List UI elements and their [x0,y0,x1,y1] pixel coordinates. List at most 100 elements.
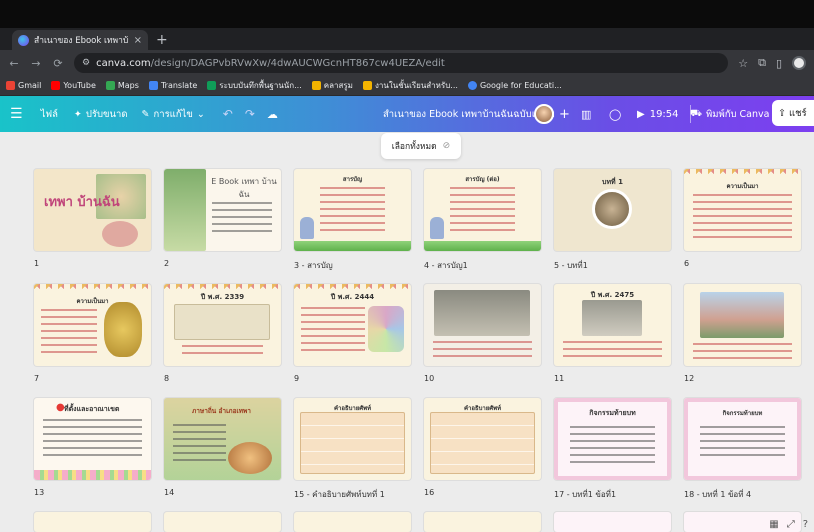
bookmark-gmail[interactable]: Gmail [6,81,41,90]
page-thumbnail[interactable]: บทที่ 1 [554,169,671,251]
print-with-canva-button[interactable]: ⛟ พิมพ์กับ Canva [690,107,769,122]
resize-button[interactable]: ✦ ปรับขนาด [74,107,128,122]
thumbnail-text [301,306,366,353]
browser-tab[interactable]: สำเนาของ Ebook เทพาบ้านฉัน... × [12,30,148,50]
edit-menu[interactable]: ✎ การแก้ไข ⌄ [142,107,205,122]
hide-eye-icon[interactable]: ⊘ [443,141,451,151]
reload-icon[interactable]: ⟳ [52,57,64,70]
page-thumbnail[interactable] [684,284,801,366]
bookmark-translate[interactable]: Translate [148,81,197,90]
forward-icon[interactable]: → [30,57,42,70]
page-thumbnail[interactable]: คำอธิบายศัพท์ [294,398,411,480]
page-thumbnail[interactable]: เทพา บ้านฉัน [34,169,151,251]
toolbar-right: ☆ ⧉ ▯ [738,56,806,70]
page-thumbnail[interactable] [294,512,411,532]
thumbnail-text [433,341,532,360]
user-avatar[interactable] [534,104,554,124]
page-thumbnail[interactable]: ความเป็นมา [684,169,801,251]
page-thumbnail[interactable] [34,512,151,532]
fullscreen-icon[interactable]: ⤢ [787,519,795,530]
thumbnail-image [700,292,784,338]
bookmark-student-records[interactable]: ระบบบันทึกพื้นฐานนัก... [207,79,302,92]
grid-view-icon[interactable]: ▦ [769,519,778,530]
present-time: 19:54 [649,108,679,120]
thumbnail-title: ความเป็นมา [726,183,759,190]
help-icon[interactable]: ? [803,519,808,530]
site-info-icon[interactable]: ⚙ [82,58,90,68]
redo-icon[interactable]: ↷ [245,107,255,121]
thumbnail-title: เทพา บ้านฉัน [44,195,120,210]
canva-toolbar: ☰ ไฟล์ ✦ ปรับขนาด ✎ การแก้ไข ⌄ ↶ ↷ ☁ สำเนาข… [0,96,814,132]
thumbnail-image [300,217,314,239]
thumbnail-title: ปี พ.ศ. 2339 [200,293,245,301]
cloud-saved-icon[interactable]: ☁ [267,108,278,121]
select-all-label: เลือกทั้งหมด [391,142,437,152]
thumbnail-image [228,442,272,474]
bookmark-youtube[interactable]: YouTube [51,81,96,90]
url-host: canva.com [96,57,151,69]
insights-chart-icon[interactable]: ▥ [581,108,591,121]
extensions-icon[interactable]: ⧉ [758,56,766,70]
page-thumbnail[interactable]: ปี พ.ศ. 2339 [164,284,281,366]
page-label: 13 [34,488,45,497]
comment-icon[interactable]: ◯ [609,108,621,121]
thumbnail-text [693,343,792,360]
page-thumbnail[interactable]: คำอธิบายศัพท์ [424,398,541,480]
thumbnail-title: สารบัญ [342,176,363,183]
thumbnail-image [104,302,142,357]
tab-title: สำเนาของ Ebook เทพาบ้านฉัน... [34,36,129,46]
thumbnail-title: บทที่ 1 [602,178,623,186]
page-thumbnail[interactable]: กิจกรรมท้ายบท [554,398,671,480]
menu-icon[interactable]: ☰ [10,106,23,122]
page-thumbnail[interactable]: กิจกรรมท้ายบท [684,398,801,480]
bookmark-classroom[interactable]: คลาสรูม [311,79,353,92]
page-thumbnail[interactable] [164,512,281,532]
youtube-icon [51,81,61,90]
play-icon: ▶ [637,108,645,120]
page-label: 5 - บทที่1 [554,261,588,270]
thumbnail-image [164,169,206,251]
add-collaborator-icon[interactable]: + [559,107,570,122]
page-thumbnail[interactable]: E Book เทพา บ้านฉัน [164,169,281,251]
bookmark-classwork[interactable]: งานในชั้นเรียนสำหรับ... [362,79,458,92]
page-thumbnail[interactable]: ความเป็นมา [34,284,151,366]
page-thumbnail[interactable] [424,512,541,532]
back-icon[interactable]: ← [8,57,20,70]
new-tab-button[interactable]: + [156,32,168,48]
thumbnail-table [300,412,405,474]
page-thumbnail[interactable]: ปี พ.ศ. 2475 [554,284,671,366]
page-thumbnail[interactable] [424,284,541,366]
bookmark-icon [207,81,217,90]
page-thumbnail[interactable]: ปี พ.ศ. 2444 [294,284,411,366]
url-path: /design/DAGPvbRVwXw/4dwAUCWGcnHT867cw4UE… [150,57,445,69]
pencil-icon: ✎ [141,108,150,120]
present-button[interactable]: ▶ 19:54 [637,105,691,123]
page-thumbnail[interactable]: ภาษาถิ่น อำเภอเทพา [164,398,281,480]
star-icon[interactable]: ☆ [738,57,748,70]
sidepanel-icon[interactable]: ▯ [776,57,782,70]
tab-strip: สำเนาของ Ebook เทพาบ้านฉัน... × + [0,28,814,50]
close-icon[interactable]: × [134,35,142,46]
page-thumbnail[interactable] [554,512,671,532]
thumbnail-text [43,419,142,461]
profile-avatar[interactable] [792,56,806,70]
file-menu[interactable]: ไฟล์ [41,107,58,122]
document-title[interactable]: สำเนาของ Ebook เทพาบ้านฉันฉบับแก้ไข [383,107,555,122]
chevron-down-icon: ⌄ [196,108,205,120]
share-icon: ⇪ [778,107,786,119]
share-button[interactable]: ⇪ แชร์ [772,100,814,126]
page-thumbnail[interactable]: ที่ตั้งและอาณาเขต ● [34,398,151,480]
bookmark-maps[interactable]: Maps [105,81,139,90]
select-all-button[interactable]: เลือกทั้งหมด ⊘ [381,133,461,159]
address-bar[interactable]: ⚙ canva.com/design/DAGPvbRVwXw/4dwAUCWGc… [74,53,729,73]
location-pin-icon: ● [56,402,65,413]
page-label: 11 [554,374,565,383]
bookmark-google-edu[interactable]: Google for Educati... [467,81,562,90]
page-thumbnail[interactable]: สารบัญ (ต่อ) [424,169,541,251]
thumbnail-table [430,412,535,474]
page-label: 1 [34,259,40,268]
bookmark-label: Google for Educati... [479,81,562,90]
undo-icon[interactable]: ↶ [223,107,233,121]
thumbnail-image [592,189,632,229]
page-thumbnail[interactable]: สารบัญ [294,169,411,251]
